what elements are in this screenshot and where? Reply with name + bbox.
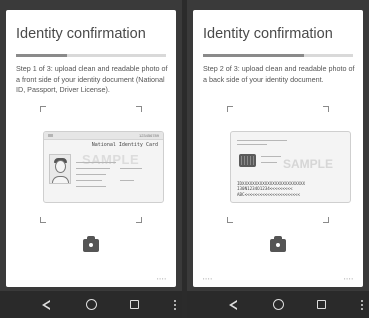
recents-icon[interactable] xyxy=(317,300,326,309)
sample-watermark: SAMPLE xyxy=(283,157,334,171)
menu-icon[interactable] xyxy=(361,299,363,310)
progress-bar xyxy=(16,54,166,57)
sample-watermark: SAMPLE xyxy=(82,152,140,167)
chip-icon xyxy=(239,154,256,167)
menu-icon[interactable] xyxy=(174,299,176,310)
card-header-band: 123456789 xyxy=(44,132,163,140)
progress-fill xyxy=(203,54,304,57)
camera-button[interactable] xyxy=(270,236,286,252)
phone-screen-back: Identity confirmation Step 2 of 3: uploa… xyxy=(187,0,369,318)
camera-button[interactable] xyxy=(83,236,99,252)
frame-corner-top-left xyxy=(227,106,233,112)
step-instructions: Step 1 of 3: upload clean and readable p… xyxy=(16,64,168,94)
card-line xyxy=(76,186,106,187)
back-icon[interactable] xyxy=(42,300,50,310)
progress-bar xyxy=(203,54,353,57)
phone-screen-front: Identity confirmation Step 1 of 3: uploa… xyxy=(0,0,182,318)
home-icon[interactable] xyxy=(273,299,284,310)
card-line xyxy=(237,140,287,141)
flag-icon xyxy=(48,134,53,137)
card-line xyxy=(261,156,281,157)
card-line xyxy=(76,168,110,169)
recents-icon[interactable] xyxy=(130,300,139,309)
footer-mark: ▪ ▪ ▪ ▪ xyxy=(203,276,213,281)
id-card-front-illustration: 123456789 National Identity Card SAMPLE xyxy=(43,131,164,203)
frame-corner-bottom-right xyxy=(136,217,142,223)
footer-mark: ▪ ▪ ▪ ▪ xyxy=(343,276,353,281)
frame-corner-top-left xyxy=(40,106,46,112)
card-line xyxy=(76,162,116,163)
card-line xyxy=(76,174,106,175)
status-bar xyxy=(187,0,369,10)
camera-icon xyxy=(275,242,281,248)
frame-corner-bottom-left xyxy=(227,217,233,223)
card-line xyxy=(120,168,142,169)
frame-corner-top-right xyxy=(136,106,142,112)
page-title: Identity confirmation xyxy=(16,26,146,42)
card-line xyxy=(120,180,134,181)
portrait-icon xyxy=(49,154,71,184)
card-line xyxy=(237,144,267,145)
frame-corner-top-right xyxy=(323,106,329,112)
nav-bar xyxy=(187,291,369,318)
card-line xyxy=(76,180,102,181)
mrz-code: IDXXXXXXXXXXXXXXXXXXXXXXXXX I30N1234O123… xyxy=(237,180,306,197)
footer-mark: ▪ ▪ ▪ ▪ xyxy=(156,276,166,281)
progress-fill xyxy=(16,54,67,57)
step-instructions: Step 2 of 3: upload clean and readable p… xyxy=(203,64,355,84)
page-title: Identity confirmation xyxy=(203,26,333,42)
home-icon[interactable] xyxy=(86,299,97,310)
identity-card-panel: Identity confirmation Step 2 of 3: uploa… xyxy=(193,10,363,287)
card-title: National Identity Card xyxy=(91,142,158,148)
camera-icon xyxy=(88,242,94,248)
frame-corner-bottom-right xyxy=(323,217,329,223)
nav-bar xyxy=(0,291,182,318)
card-number: 123456789 xyxy=(138,133,159,138)
id-card-back-illustration: SAMPLE IDXXXXXXXXXXXXXXXXXXXXXXXXX I30N1… xyxy=(230,131,351,203)
back-icon[interactable] xyxy=(229,300,237,310)
identity-card-panel: Identity confirmation Step 1 of 3: uploa… xyxy=(6,10,176,287)
frame-corner-bottom-left xyxy=(40,217,46,223)
status-bar xyxy=(0,0,182,10)
card-line xyxy=(261,162,277,163)
